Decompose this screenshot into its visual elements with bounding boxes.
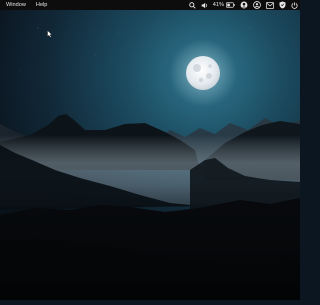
profile-icon[interactable]	[253, 1, 261, 9]
battery-percent: 41%	[212, 2, 224, 8]
account-icon[interactable]	[240, 1, 248, 9]
status-area: 41%	[189, 0, 298, 10]
menu-bar: Window Help 41%	[0, 0, 300, 10]
shield-icon[interactable]	[279, 1, 286, 9]
volume-icon[interactable]	[201, 2, 208, 9]
desktop-wallpaper	[0, 10, 300, 300]
mouse-cursor-icon	[47, 25, 53, 43]
battery-status[interactable]: 41%	[213, 2, 235, 8]
full-moon	[186, 56, 220, 90]
power-icon[interactable]	[291, 1, 298, 9]
search-icon[interactable]	[189, 1, 196, 9]
mail-icon[interactable]	[266, 1, 274, 9]
menu-window[interactable]: Window	[0, 0, 31, 10]
wallpaper-image	[0, 10, 300, 300]
battery-icon	[226, 2, 235, 8]
menu-help[interactable]: Help	[31, 0, 53, 10]
